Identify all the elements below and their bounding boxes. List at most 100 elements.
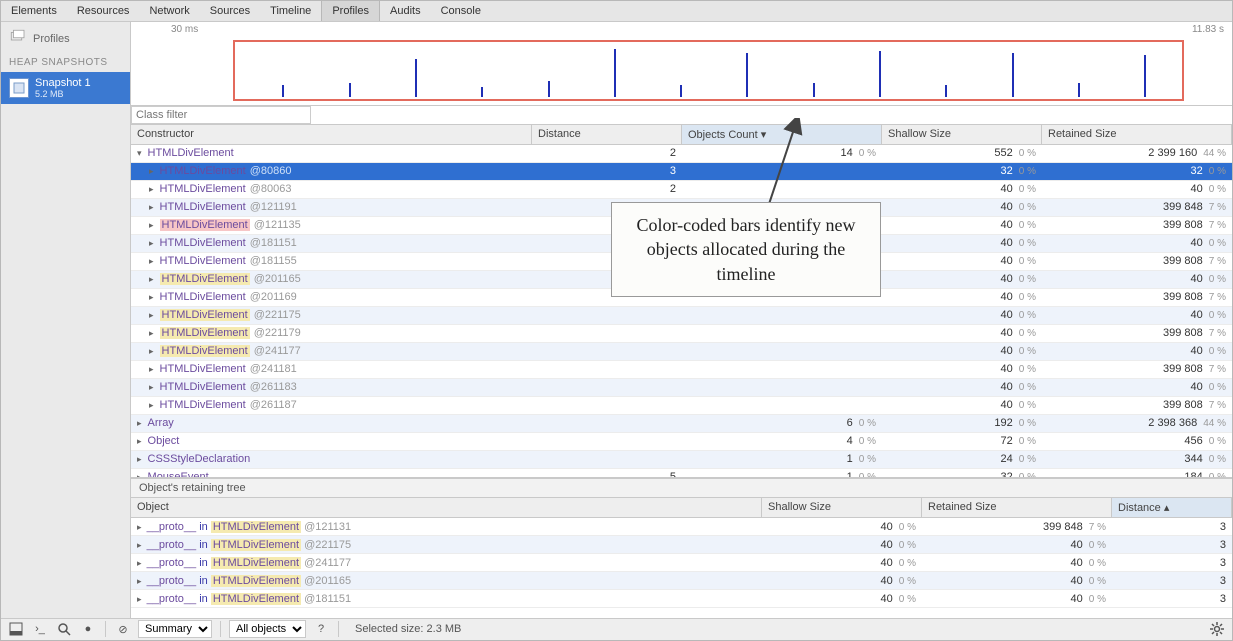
heap-row[interactable]: HTMLDivElement @808603320 %320 % [131,163,1232,181]
allocation-timeline[interactable]: 30 ms 11.83 s [131,22,1232,106]
disclosure-triangle-icon[interactable] [149,237,156,249]
heap-row[interactable]: HTMLDivElement @221179400 %399 8087 % [131,325,1232,343]
retain-row[interactable]: __proto__ in HTMLDivElement @121131400 %… [131,518,1232,536]
retain-row[interactable]: __proto__ in HTMLDivElement @241177400 %… [131,554,1232,572]
disclosure-triangle-icon[interactable] [149,363,156,375]
allocation-bar [481,87,483,97]
col-shallow-size[interactable]: Shallow Size [882,125,1042,144]
constructor-name: Array [148,417,174,429]
constructor-name: HTMLDivElement [160,327,250,339]
disclosure-triangle-icon[interactable] [149,327,156,339]
tab-resources[interactable]: Resources [67,1,140,21]
heap-grid-body[interactable]: HTMLDivElement2140 %5520 %2 399 16044 %H… [131,145,1232,478]
constructor-name: HTMLDivElement [160,255,246,267]
col-distance[interactable]: Distance [532,125,682,144]
search-icon[interactable] [55,620,73,638]
allocation-bar [813,83,815,97]
class-filter-input[interactable] [131,106,311,124]
rcol-distance[interactable]: Distance ▴ [1112,498,1232,517]
disclosure-triangle-icon[interactable] [149,381,156,393]
heap-row[interactable]: HTMLDivElement @241177400 %400 % [131,343,1232,361]
retain-row[interactable]: __proto__ in HTMLDivElement @201165400 %… [131,572,1232,590]
retain-body[interactable]: __proto__ in HTMLDivElement @121131400 %… [131,518,1232,617]
disclosure-triangle-icon[interactable] [137,471,144,477]
rcol-shallow[interactable]: Shallow Size [762,498,922,517]
constructor-name: HTMLDivElement [160,309,250,321]
disclosure-triangle-icon[interactable] [137,435,144,447]
snapshot-text: Snapshot 1 5.2 MB [35,77,91,99]
heap-row[interactable]: Object40 %720 %4560 % [131,433,1232,451]
filter-select[interactable]: All objects [229,620,306,638]
constructor-name: Object [148,435,180,447]
disclosure-triangle-icon[interactable] [149,255,156,267]
constructor-name: HTMLDivElement [160,363,246,375]
heap-row[interactable]: HTMLDivElement @221175400 %400 % [131,307,1232,325]
allocation-bar [945,85,947,97]
retaining-tree-title: Object's retaining tree [131,479,1232,498]
disclosure-triangle-icon[interactable] [149,201,156,213]
tab-elements[interactable]: Elements [1,1,67,21]
constructor-name: HTMLDivElement [160,183,246,195]
annotation-callout: Color-coded bars identify new objects al… [611,202,881,297]
heap-row[interactable]: HTMLDivElement2140 %5520 %2 399 16044 % [131,145,1232,163]
timeline-end-label: 11.83 s [1192,24,1224,35]
heap-row[interactable]: HTMLDivElement @261183400 %400 % [131,379,1232,397]
object-id: @181155 [250,255,297,267]
allocation-bar [282,85,284,97]
object-id: @181151 [250,237,297,249]
rcol-object[interactable]: Object [131,498,762,517]
disclosure-triangle-icon[interactable] [149,345,156,357]
heap-row[interactable]: MouseEvent510 %320 %1840 % [131,469,1232,478]
record-icon[interactable]: ● [79,620,97,638]
snapshot-item[interactable]: Snapshot 1 5.2 MB [1,72,130,104]
retain-row[interactable]: __proto__ in HTMLDivElement @221175400 %… [131,536,1232,554]
disclosure-triangle-icon[interactable] [137,417,144,429]
dock-icon[interactable] [7,620,25,638]
heap-row[interactable]: HTMLDivElement @800632400 %400 % [131,181,1232,199]
clear-icon[interactable]: ⊘ [114,620,132,638]
disclosure-triangle-icon[interactable] [149,273,156,285]
allocation-bar [1012,53,1014,97]
view-select[interactable]: Summary [138,620,212,638]
snapshot-icon [9,78,29,98]
tab-network[interactable]: Network [139,1,199,21]
constructor-name: HTMLDivElement [160,345,250,357]
help-icon[interactable]: ? [312,620,330,638]
rcol-retained[interactable]: Retained Size [922,498,1112,517]
settings-gear-icon[interactable] [1208,620,1226,638]
disclosure-triangle-icon[interactable] [137,575,144,587]
col-constructor[interactable]: Constructor [131,125,532,144]
object-id: @221179 [254,327,301,339]
col-retained-size[interactable]: Retained Size [1042,125,1232,144]
tab-console[interactable]: Console [431,1,491,21]
retain-row[interactable]: __proto__ in HTMLDivElement @181151400 %… [131,590,1232,608]
tab-profiles[interactable]: Profiles [321,1,380,21]
object-id: @201165 [254,273,301,285]
disclosure-triangle-icon[interactable] [149,291,156,303]
disclosure-triangle-icon[interactable] [149,309,156,321]
disclosure-triangle-icon[interactable] [149,219,156,231]
constructor-name: HTMLDivElement [160,219,250,231]
disclosure-triangle-icon[interactable] [137,557,144,569]
heap-row[interactable]: Array60 %1920 %2 398 36844 % [131,415,1232,433]
disclosure-triangle-icon[interactable] [137,147,144,159]
disclosure-triangle-icon[interactable] [149,165,156,177]
console-icon[interactable]: ›_ [31,620,49,638]
disclosure-triangle-icon[interactable] [137,593,144,605]
heap-grid-header: Constructor Distance Objects Count ▾ Sha… [131,125,1232,145]
disclosure-triangle-icon[interactable] [137,521,144,533]
heap-row[interactable]: CSSStyleDeclaration10 %240 %3440 % [131,451,1232,469]
tab-audits[interactable]: Audits [380,1,431,21]
allocation-bar [614,49,616,97]
tab-timeline[interactable]: Timeline [260,1,321,21]
tab-sources[interactable]: Sources [200,1,260,21]
disclosure-triangle-icon[interactable] [149,399,156,411]
disclosure-triangle-icon[interactable] [137,539,144,551]
timeline-selection-box[interactable] [233,40,1184,101]
heap-row[interactable]: HTMLDivElement @241181400 %399 8087 % [131,361,1232,379]
heap-grid: Constructor Distance Objects Count ▾ Sha… [131,125,1232,479]
object-id: @80860 [250,165,292,177]
disclosure-triangle-icon[interactable] [137,453,144,465]
disclosure-triangle-icon[interactable] [149,183,156,195]
heap-row[interactable]: HTMLDivElement @261187400 %399 8087 % [131,397,1232,415]
